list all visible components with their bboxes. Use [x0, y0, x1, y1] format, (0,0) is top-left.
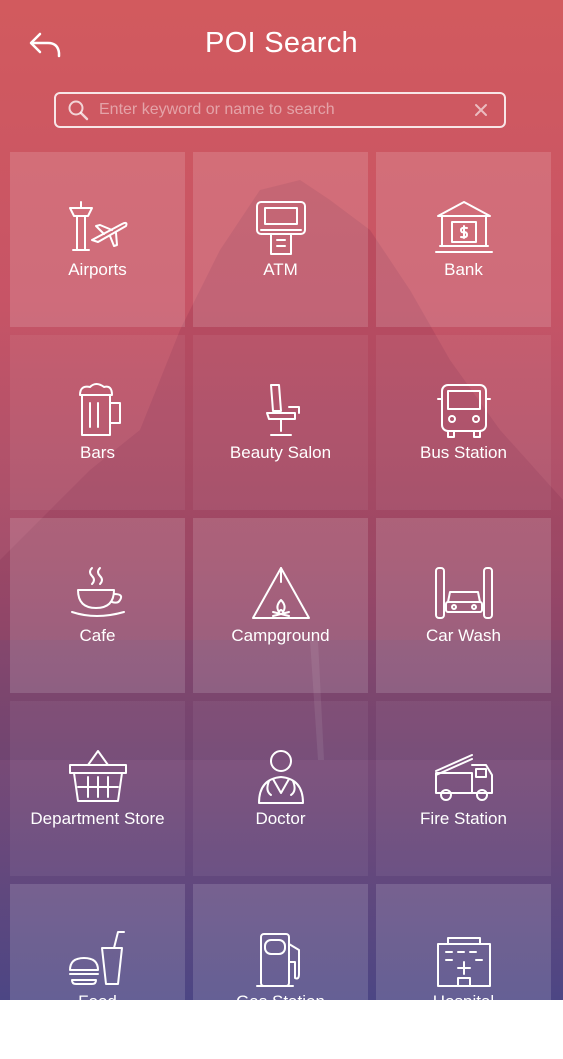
category-label: Doctor: [255, 809, 306, 828]
category-label: Fire Station: [420, 809, 507, 828]
close-icon[interactable]: [472, 101, 490, 119]
category-gas-station[interactable]: Gas Station: [193, 884, 368, 1059]
bank-icon: [434, 201, 493, 253]
search-input[interactable]: [99, 101, 464, 119]
category-cafe[interactable]: Cafe: [10, 518, 185, 693]
category-beauty-salon[interactable]: Beauty Salon: [193, 335, 368, 510]
category-department-store[interactable]: Department Store: [10, 701, 185, 876]
category-label: Bus Station: [420, 443, 507, 462]
salon-chair-icon: [265, 384, 300, 436]
category-grid: Airports ATM Bank Bars Beauty Salon Bus …: [10, 152, 552, 1059]
category-food[interactable]: Food: [10, 884, 185, 1059]
category-atm[interactable]: ATM: [193, 152, 368, 327]
airport-icon: [68, 201, 127, 251]
fire-truck-icon: [434, 754, 493, 801]
search-icon: [68, 100, 89, 121]
hospital-icon: [436, 937, 491, 987]
header: POI Search: [0, 0, 563, 90]
category-airports[interactable]: Airports: [10, 152, 185, 327]
category-bus-station[interactable]: Bus Station: [376, 335, 551, 510]
category-label: Department Store: [30, 809, 165, 828]
category-campground[interactable]: Campground: [193, 518, 368, 693]
gas-pump-icon: [255, 933, 300, 987]
category-bars[interactable]: Bars: [10, 335, 185, 510]
category-fire-station[interactable]: Fire Station: [376, 701, 551, 876]
atm-icon: [255, 201, 306, 255]
category-label: Cafe: [79, 626, 116, 645]
page-title: POI Search: [205, 27, 358, 59]
tent-icon: [251, 567, 310, 619]
coffee-cup-icon: [70, 567, 125, 617]
category-label: Campground: [231, 626, 330, 645]
category-doctor[interactable]: Doctor: [193, 701, 368, 876]
beer-mug-icon: [78, 383, 121, 436]
bus-icon: [436, 384, 491, 438]
shopping-basket-icon: [68, 750, 127, 802]
category-bank[interactable]: Bank: [376, 152, 551, 327]
category-label: Gas Station: [236, 992, 325, 1011]
category-label: Bank: [444, 260, 483, 279]
car-wash-icon: [434, 567, 493, 619]
search-bar: [54, 92, 506, 128]
category-label: Hospital: [432, 992, 495, 1011]
category-label: Airports: [68, 260, 127, 279]
category-hospital[interactable]: Hospital: [376, 884, 551, 1059]
category-label: Bars: [80, 443, 115, 462]
category-label: Food: [78, 992, 117, 1011]
fast-food-icon: [68, 931, 125, 985]
category-label: ATM: [263, 260, 298, 279]
category-label: Beauty Salon: [229, 443, 332, 462]
category-car-wash[interactable]: Car Wash: [376, 518, 551, 693]
doctor-icon: [257, 750, 304, 804]
category-label: Car Wash: [426, 626, 501, 645]
